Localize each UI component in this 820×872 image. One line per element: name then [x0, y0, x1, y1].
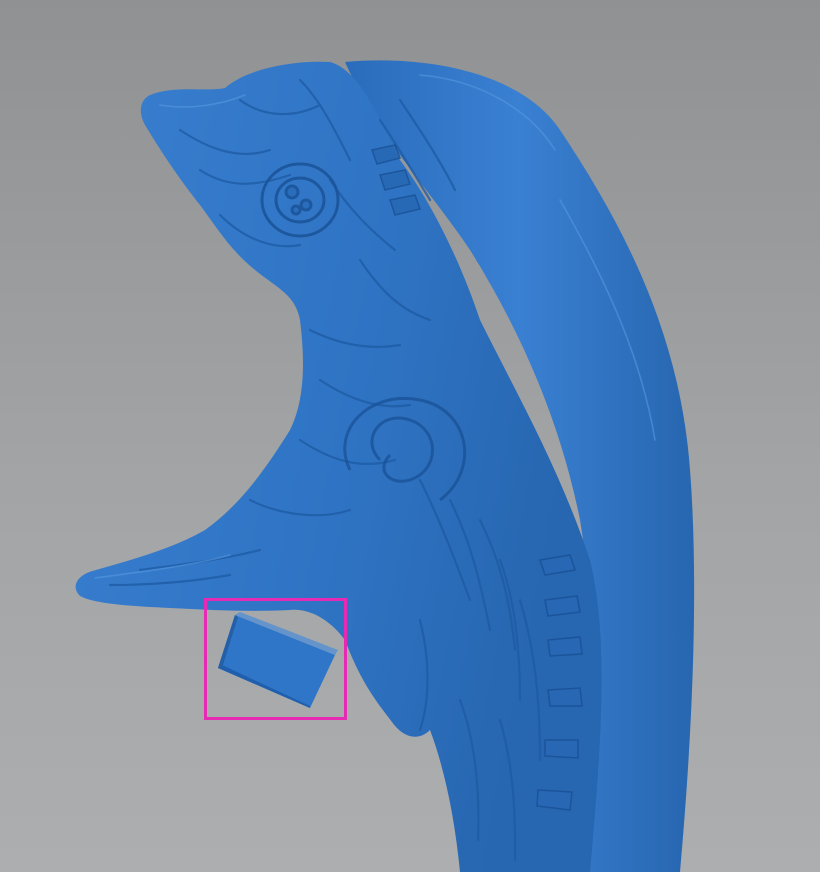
3d-viewport[interactable] — [0, 0, 820, 872]
selection-highlight-box[interactable] — [204, 598, 347, 720]
model-render[interactable] — [0, 0, 820, 872]
